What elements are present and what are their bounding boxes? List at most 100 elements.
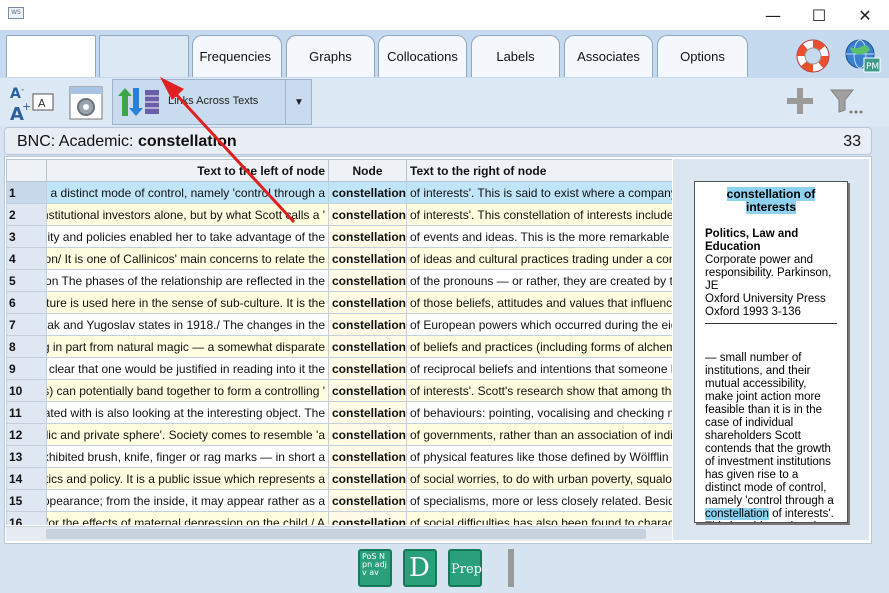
right-context-cell[interactable]: of reciprocal beliefs and intentions tha… — [406, 357, 672, 380]
left-context-cell[interactable]: prang in part from natural magic — a som… — [46, 335, 329, 358]
table-row[interactable]: 6 Culture is used here in the sense of su… — [6, 291, 672, 314]
tab-labels[interactable]: Labels — [471, 35, 560, 77]
column-header-right-context[interactable]: Text to the right of node — [406, 159, 672, 182]
right-context-cell[interactable]: of the pronouns — or rather, they are cr… — [406, 269, 672, 292]
right-context-cell[interactable]: of events and ideas. This is the more re… — [406, 225, 672, 248]
row-number[interactable]: 3 — [6, 225, 47, 248]
right-context-cell[interactable]: of interests'. This is said to exist whe… — [406, 181, 672, 204]
left-context-cell[interactable]: rmation The phases of the relationship a… — [46, 269, 329, 292]
node-cell[interactable]: constellation — [328, 335, 407, 358]
table-row[interactable]: 11 unicated with is also looking at the i… — [6, 401, 672, 424]
row-number[interactable]: 6 — [6, 291, 47, 314]
right-context-cell[interactable]: of governments, rather than an associati… — [406, 423, 672, 446]
node-cell[interactable]: constellation — [328, 291, 407, 314]
right-context-cell[interactable]: of social difficulties has also been fou… — [406, 511, 672, 525]
globe-icon[interactable]: PM — [842, 38, 882, 74]
table-row[interactable]: 12 e public and private sphere'. Society … — [6, 423, 672, 446]
column-header-node[interactable]: Node — [328, 159, 407, 182]
left-context-cell[interactable]: se to a distinct mode of control, namely… — [46, 181, 329, 204]
prepositions-button[interactable]: Prep — [448, 549, 482, 587]
row-number[interactable]: 10 — [6, 379, 47, 402]
table-row[interactable]: 5 rmation The phases of the relationship … — [6, 269, 672, 292]
left-context-cell[interactable]: ble for the effects of maternal depressi… — [46, 511, 329, 525]
left-context-cell[interactable]: volution/ It is one of Callinicos' main … — [46, 247, 329, 270]
left-context-cell[interactable]: nt; exhibited brush, knife, finger or ra… — [46, 445, 329, 468]
tab-blank-2[interactable] — [99, 35, 189, 77]
row-number[interactable]: 15 — [6, 489, 47, 512]
node-cell[interactable]: constellation — [328, 423, 407, 446]
tab-collocations[interactable]: Collocations — [378, 35, 467, 77]
tab-blank-1[interactable] — [6, 35, 96, 77]
right-context-cell[interactable]: of interests'. Scott's research show tha… — [406, 379, 672, 402]
left-context-cell[interactable]: s not clear that one would be justified … — [46, 357, 329, 380]
left-context-cell[interactable]: panies) can potentially band together to… — [46, 379, 329, 402]
left-context-cell[interactable]: or institutional investors alone, but by… — [46, 203, 329, 226]
horizontal-scrollbar[interactable] — [6, 526, 672, 541]
left-context-cell[interactable]: Culture is used here in the sense of sub… — [46, 291, 329, 314]
table-row[interactable]: 13 nt; exhibited brush, knife, finger or … — [6, 445, 672, 468]
left-context-cell[interactable]: e public and private sphere'. Society co… — [46, 423, 329, 446]
row-number[interactable]: 5 — [6, 269, 47, 292]
minimize-button[interactable]: — — [750, 0, 796, 30]
add-plus-icon[interactable] — [785, 86, 815, 116]
tab-graphs[interactable]: Graphs — [286, 35, 375, 77]
close-button[interactable]: ✕ — [842, 0, 888, 30]
right-context-cell[interactable]: of physical features like those defined … — [406, 445, 672, 468]
settings-window-icon[interactable] — [68, 85, 104, 121]
row-number[interactable]: 14 — [6, 467, 47, 490]
table-row[interactable]: 15 of appearance; from the inside, it may… — [6, 489, 672, 512]
table-row[interactable]: 14 r politics and policy. It is a public … — [6, 467, 672, 490]
tab-frequencies[interactable]: Frequencies — [192, 35, 282, 77]
right-context-cell[interactable]: of interests'. This constellation of int… — [406, 203, 672, 226]
node-cell[interactable]: constellation — [328, 247, 407, 270]
lifebuoy-help-icon[interactable] — [795, 38, 831, 74]
right-context-cell[interactable]: of those beliefs, attitudes and values t… — [406, 291, 672, 314]
filter-icon[interactable] — [829, 86, 863, 116]
pos-tag-button[interactable]: PoS N pn adj v av — [358, 549, 392, 587]
right-context-cell[interactable]: of behaviours: pointing, vocalising and … — [406, 401, 672, 424]
column-header-left-context[interactable]: Text to the left of node — [46, 159, 329, 182]
node-cell[interactable]: constellation — [328, 511, 407, 525]
left-context-cell[interactable]: sonality and policies enabled her to tak… — [46, 225, 329, 248]
node-cell[interactable]: constellation — [328, 445, 407, 468]
node-cell[interactable]: constellation — [328, 269, 407, 292]
node-cell[interactable]: constellation — [328, 181, 407, 204]
row-number[interactable]: 12 — [6, 423, 47, 446]
tab-associates[interactable]: Associates — [564, 35, 653, 77]
table-row[interactable]: 4 volution/ It is one of Callinicos' main… — [6, 247, 672, 270]
row-number[interactable]: 16 — [6, 511, 47, 525]
font-size-icon[interactable]: A - A + A — [8, 84, 58, 124]
dictionary-button[interactable]: D — [403, 549, 437, 587]
left-context-cell[interactable]: r politics and policy. It is a public is… — [46, 467, 329, 490]
node-cell[interactable]: constellation — [328, 379, 407, 402]
row-number[interactable]: 8 — [6, 335, 47, 358]
table-row[interactable]: 10panies) can potentially band together … — [6, 379, 672, 402]
links-across-texts-dropdown[interactable]: Links Across Texts ▼ — [112, 79, 312, 125]
right-context-cell[interactable]: of ideas and cultural practices trading … — [406, 247, 672, 270]
row-number[interactable]: 4 — [6, 247, 47, 270]
table-row[interactable]: 7 oslovak and Yugoslav states in 1918./ T… — [6, 313, 672, 336]
right-context-cell[interactable]: of specialisms, more or less closely rel… — [406, 489, 672, 512]
maximize-button[interactable]: ☐ — [796, 0, 842, 30]
table-row[interactable]: 1 se to a distinct mode of control, namel… — [6, 181, 672, 204]
table-row[interactable]: 8 prang in part from natural magic — a so… — [6, 335, 672, 358]
node-cell[interactable]: constellation — [328, 357, 407, 380]
row-number[interactable]: 11 — [6, 401, 47, 424]
row-number[interactable]: 9 — [6, 357, 47, 380]
row-number[interactable]: 13 — [6, 445, 47, 468]
table-row[interactable]: 9s not clear that one would be justified… — [6, 357, 672, 380]
scrollbar-thumb[interactable] — [46, 529, 646, 539]
left-context-cell[interactable]: unicated with is also looking at the int… — [46, 401, 329, 424]
node-cell[interactable]: constellation — [328, 401, 407, 424]
node-cell[interactable]: constellation — [328, 225, 407, 248]
table-row[interactable]: 16 ble for the effects of maternal depres… — [6, 511, 672, 525]
node-cell[interactable]: constellation — [328, 313, 407, 336]
row-number[interactable]: 7 — [6, 313, 47, 336]
right-context-cell[interactable]: of beliefs and practices (including form… — [406, 335, 672, 358]
right-context-cell[interactable]: of European powers which occurred during… — [406, 313, 672, 336]
row-number[interactable]: 1 — [6, 181, 47, 204]
left-context-cell[interactable]: of appearance; from the inside, it may a… — [46, 489, 329, 512]
right-context-cell[interactable]: of social worries, to do with urban pove… — [406, 467, 672, 490]
node-cell[interactable]: constellation — [328, 467, 407, 490]
node-cell[interactable]: constellation — [328, 203, 407, 226]
